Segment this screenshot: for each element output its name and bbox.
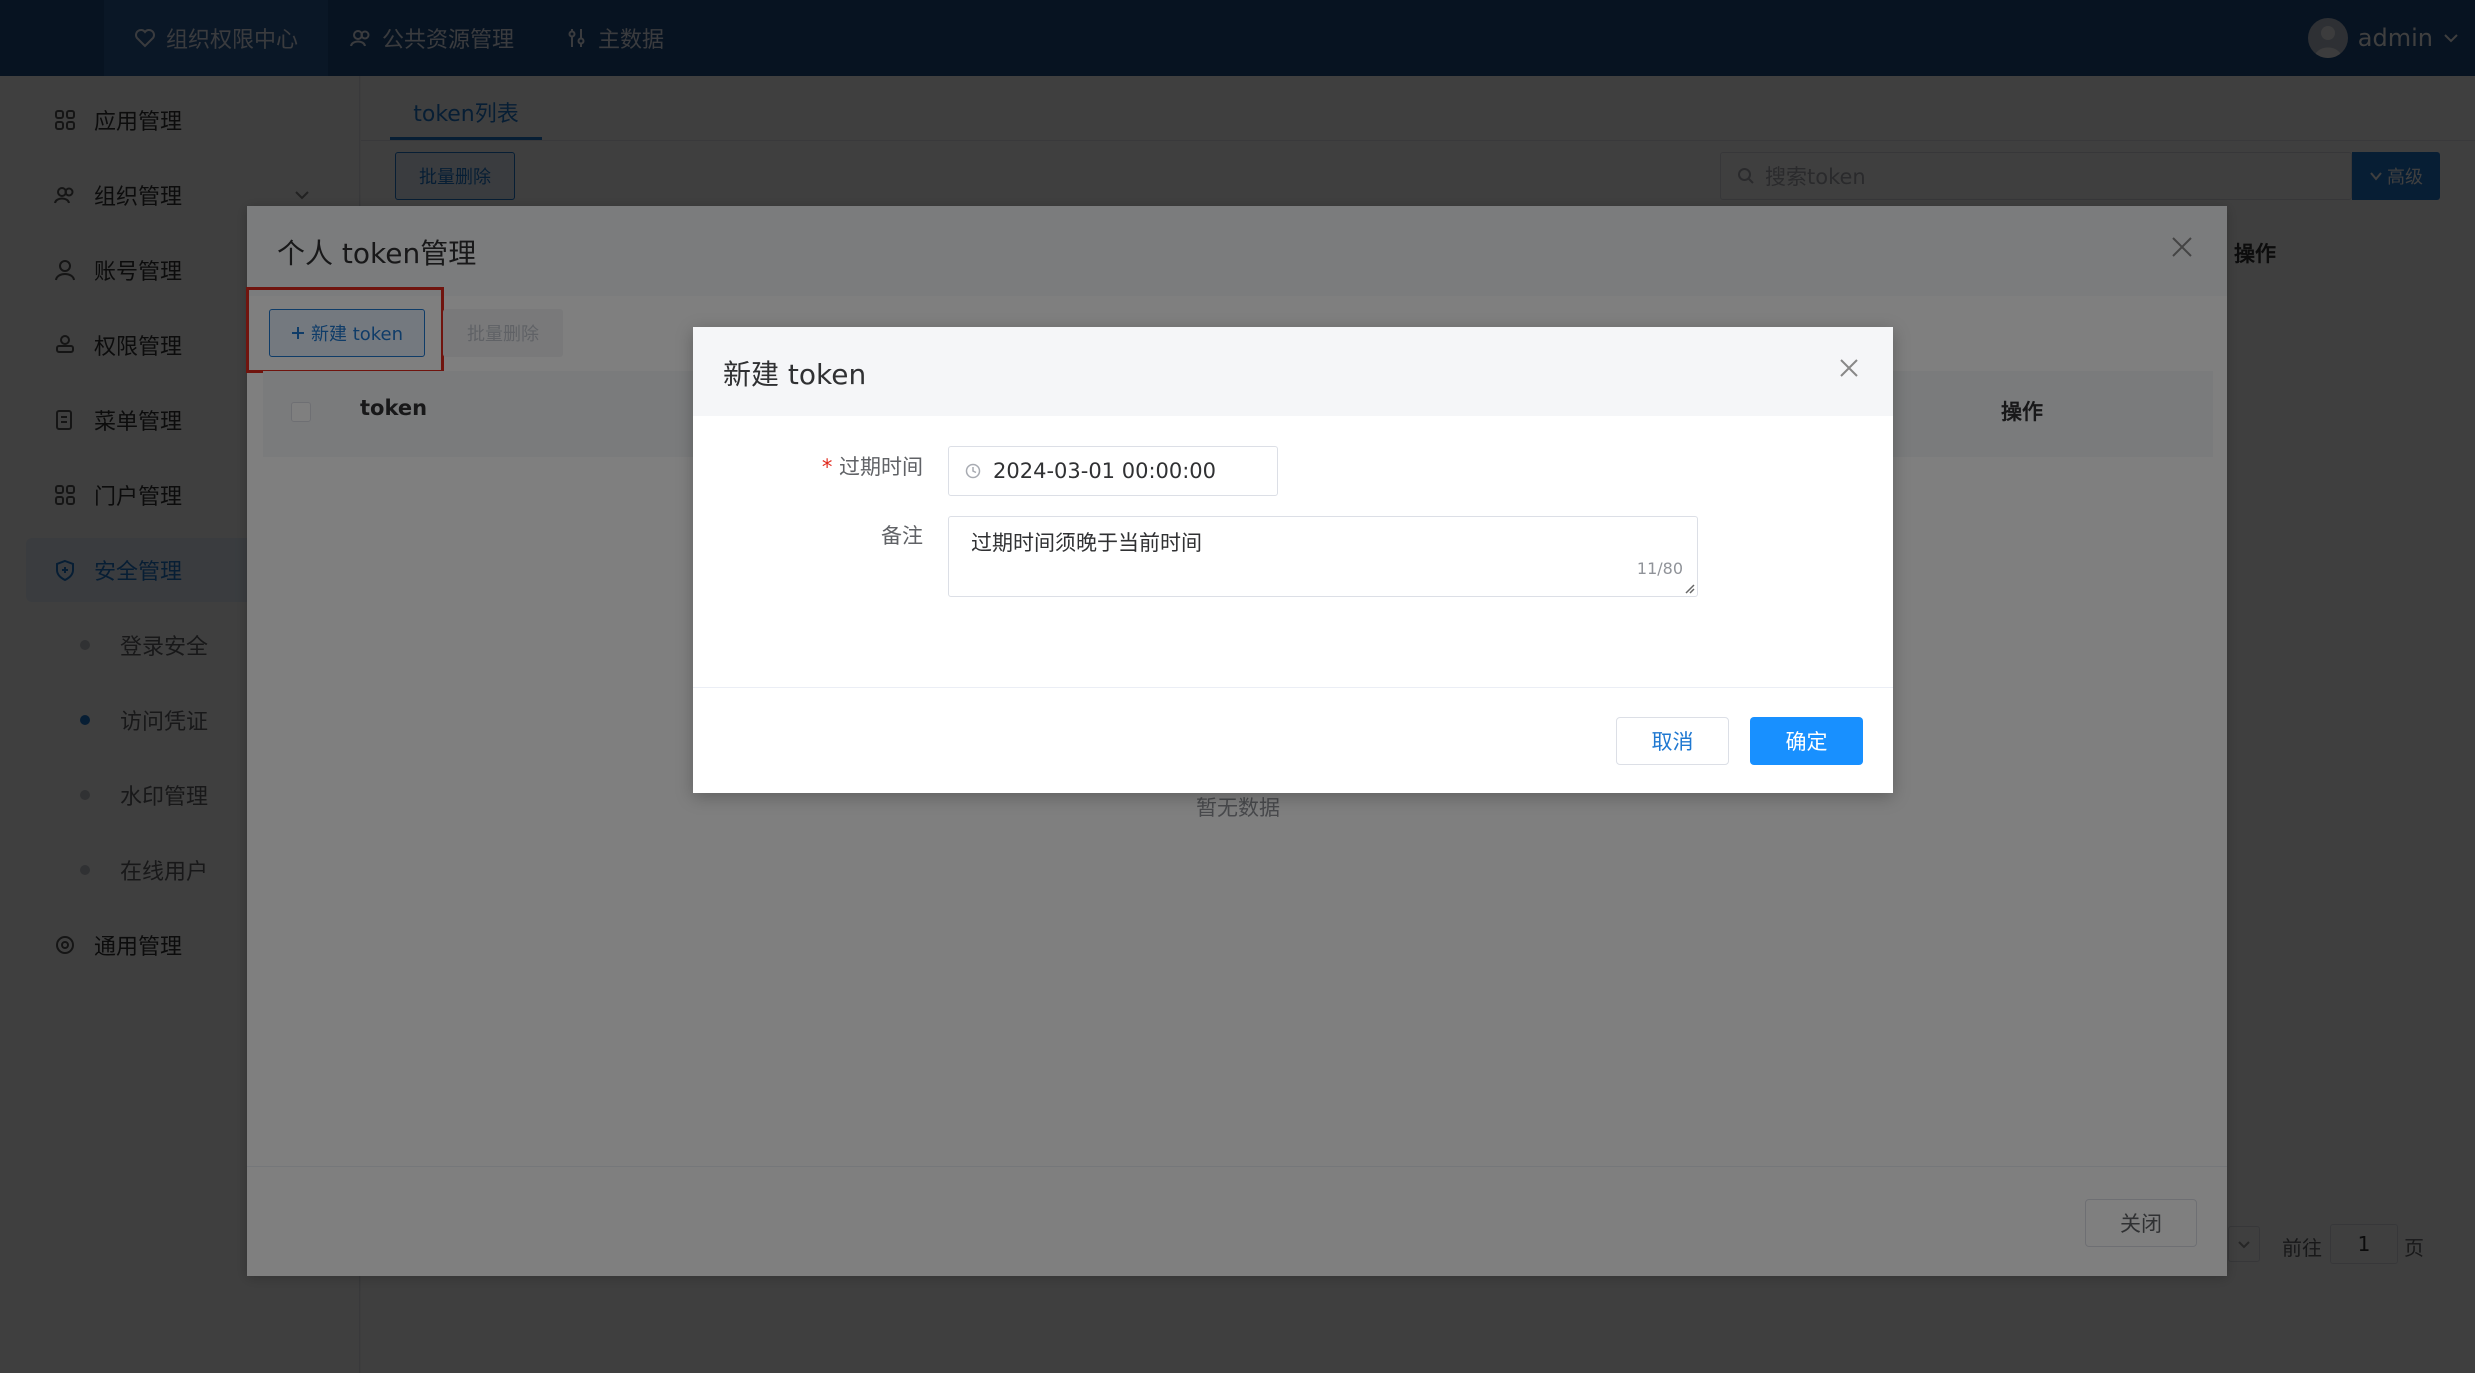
dialog-title: 新建 token	[723, 358, 867, 391]
clock-icon	[965, 463, 981, 479]
footer-divider	[693, 687, 1893, 688]
required-mark: *	[821, 455, 833, 479]
remark-value: 过期时间须晚于当前时间	[971, 531, 1202, 555]
remark-label: 备注	[881, 524, 923, 548]
button-label: 取消	[1651, 730, 1694, 754]
close-icon[interactable]	[1837, 356, 1861, 380]
expire-date-picker[interactable]: 2024-03-01 00:00:00	[948, 446, 1278, 496]
expire-label: 过期时间	[839, 455, 923, 479]
new-token-dialog: 新建 token * 过期时间 2024-03-01 00:00:00 备注 过…	[693, 327, 1893, 793]
button-label: 确定	[1785, 730, 1828, 754]
resize-handle-icon[interactable]	[1683, 582, 1695, 594]
expire-value: 2024-03-01 00:00:00	[993, 459, 1217, 483]
char-counter: 11/80	[1636, 559, 1683, 578]
dialog-header	[693, 327, 1893, 416]
expire-label-group: * 过期时间	[793, 451, 923, 481]
remark-textarea[interactable]: 过期时间须晚于当前时间 11/80	[948, 516, 1698, 597]
cancel-button[interactable]: 取消	[1616, 717, 1729, 765]
confirm-button[interactable]: 确定	[1750, 717, 1863, 765]
